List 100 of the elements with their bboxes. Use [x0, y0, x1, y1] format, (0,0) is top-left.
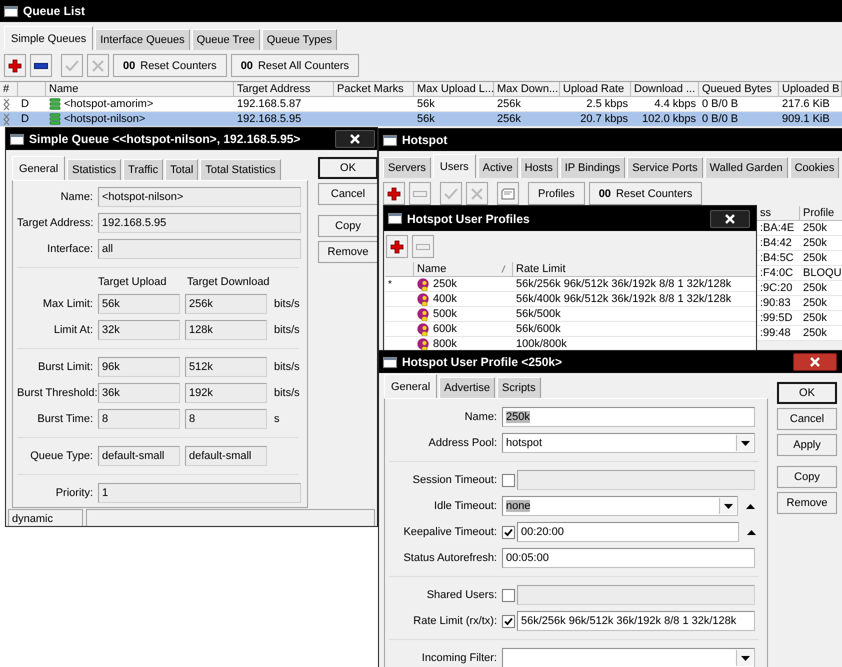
remove-button[interactable] [30, 54, 52, 77]
collapse-arrow-icon[interactable] [746, 504, 755, 508]
table-cell: 250k [803, 237, 827, 249]
checkbox[interactable] [502, 526, 515, 538]
text-field[interactable]: default-small [98, 446, 180, 466]
dialog-button[interactable]: Cancel [777, 408, 837, 430]
dialog-button[interactable]: Copy [318, 215, 377, 237]
tab[interactable]: Simple Queues [4, 26, 94, 50]
dialog-button[interactable]: Copy [777, 466, 837, 488]
column-header[interactable]: Name [46, 82, 234, 97]
tab[interactable]: Queue Tree [192, 29, 260, 50]
add-button[interactable] [4, 54, 26, 77]
reset-counters-button[interactable]: 00 Reset Counters [113, 54, 227, 77]
tab[interactable]: Statistics [67, 159, 122, 180]
tab[interactable]: Cookies [790, 157, 840, 178]
table-row[interactable]: 600k 56k/600k [385, 322, 756, 337]
tab[interactable]: General [384, 374, 438, 398]
column-header[interactable]: Target Address [234, 82, 334, 97]
text-field[interactable]: 512k [185, 357, 267, 377]
text-field[interactable] [517, 585, 755, 605]
dialog-button[interactable]: Cancel [318, 183, 377, 205]
tab[interactable]: Advertise [439, 377, 495, 398]
table-row[interactable]: D <hotspot-nilson> 192.168.5.95 56k 256k 20.7 kbps 102.0 kbps 0 B/0 B 909.1 KiB [0, 112, 842, 127]
text-field[interactable]: 8 [98, 409, 180, 429]
tab[interactable]: Service Ports [627, 157, 703, 178]
text-field[interactable]: 00:05:00 [502, 548, 755, 568]
text-field[interactable]: 1 [98, 483, 301, 503]
column-header[interactable]: Profile [800, 206, 842, 221]
text-field[interactable]: 250k [502, 407, 755, 427]
tab[interactable]: Users [432, 154, 476, 178]
column-header[interactable]: Upload Rate [560, 82, 631, 97]
tab[interactable]: Servers [383, 157, 431, 178]
close-button[interactable] [710, 210, 750, 228]
text-field[interactable]: 128k [185, 320, 267, 340]
column-header[interactable]: ss [757, 206, 800, 221]
table-cell: 500k [433, 308, 457, 320]
table-row[interactable]: * 250k 56k/256k 96k/512k 36k/192k 8/8 1 32k/128k [385, 277, 756, 292]
text-field[interactable]: 256k [185, 294, 267, 314]
dialog-button[interactable]: OK [777, 382, 837, 404]
text-field[interactable]: 192.168.5.95 [98, 213, 301, 233]
field-label: Rate Limit (rx/tx): [412, 615, 497, 627]
text-field[interactable]: default-small [185, 446, 267, 466]
column-header[interactable]: Rate Limit [513, 262, 756, 277]
collapse-arrow-icon[interactable] [747, 530, 756, 534]
text-field[interactable]: 8 [185, 409, 267, 429]
column-header[interactable]: Uploaded B [779, 82, 842, 97]
add-button[interactable] [383, 182, 405, 205]
profiles-button[interactable]: Profiles [528, 182, 585, 205]
tab[interactable]: IP Bindings [560, 157, 626, 178]
text-field[interactable]: 32k [98, 320, 180, 340]
dialog-button[interactable]: OK [318, 157, 377, 179]
table-cell: 800k [433, 338, 457, 350]
tab[interactable]: Queue Types [262, 29, 337, 50]
close-button[interactable] [793, 353, 837, 371]
dialog-button[interactable]: Remove [777, 492, 837, 514]
column-header[interactable]: Queued Bytes [699, 82, 779, 97]
column-header[interactable]: Max Down... [494, 82, 560, 97]
tab[interactable]: Walled Garden [704, 157, 788, 178]
dropdown-field[interactable] [502, 648, 755, 667]
dialog-button[interactable]: Apply [777, 434, 837, 456]
tab[interactable]: Hosts [520, 157, 558, 178]
column-header[interactable]: Name [414, 262, 513, 277]
table-cell: 56k/600k [516, 323, 561, 335]
text-field[interactable]: <hotspot-nilson> [98, 187, 301, 207]
tab[interactable]: General [12, 156, 66, 180]
reset-counters-button[interactable]: 00 Reset All Counters [230, 54, 360, 77]
column-header[interactable]: Download ... [631, 82, 699, 97]
text-field[interactable]: 56k [98, 294, 180, 314]
checkbox[interactable] [502, 614, 515, 628]
field-label: Queue Type: [29, 450, 93, 462]
dialog-button[interactable]: Remove [318, 241, 377, 263]
unit-label: bits/s [274, 361, 300, 373]
text-field[interactable]: 36k [98, 383, 180, 403]
window-title: Hotspot [402, 133, 448, 147]
tab[interactable]: Total [165, 159, 198, 180]
text-field[interactable]: 56k/256k 96k/512k 36k/192k 8/8 1 32k/128k [517, 611, 755, 631]
text-field[interactable]: 192k [185, 383, 267, 403]
tab[interactable]: Scripts [497, 377, 541, 398]
text-field[interactable]: 00:20:00 [517, 522, 739, 542]
text-field[interactable] [517, 470, 755, 490]
tab[interactable]: Interface Queues [95, 29, 190, 50]
dropdown-field[interactable]: none [502, 496, 738, 516]
tab[interactable]: Traffic [123, 159, 164, 180]
table-row[interactable]: 500k 56k/500k [385, 307, 756, 322]
close-button[interactable] [335, 130, 375, 148]
add-button[interactable] [386, 235, 408, 258]
dropdown-field[interactable]: hotspot [502, 433, 755, 453]
column-header[interactable]: Packet Marks [334, 82, 414, 97]
column-header[interactable]: Max Upload L... [414, 82, 494, 97]
text-field[interactable]: 96k [98, 357, 180, 377]
tab[interactable]: Active [478, 157, 518, 178]
checkbox[interactable] [502, 474, 515, 486]
comment-button[interactable] [497, 182, 519, 205]
column-header[interactable]: # [0, 82, 18, 97]
text-field[interactable]: all [98, 239, 301, 259]
tab[interactable]: Total Statistics [200, 159, 281, 180]
reset-counters-button[interactable]: 00 Reset Counters [588, 182, 702, 205]
table-row[interactable]: 400k 56k/400k 96k/512k 36k/192k 8/8 1 32k/128k [385, 292, 756, 307]
checkbox[interactable] [502, 588, 515, 602]
field-label: Interface: [46, 243, 93, 255]
